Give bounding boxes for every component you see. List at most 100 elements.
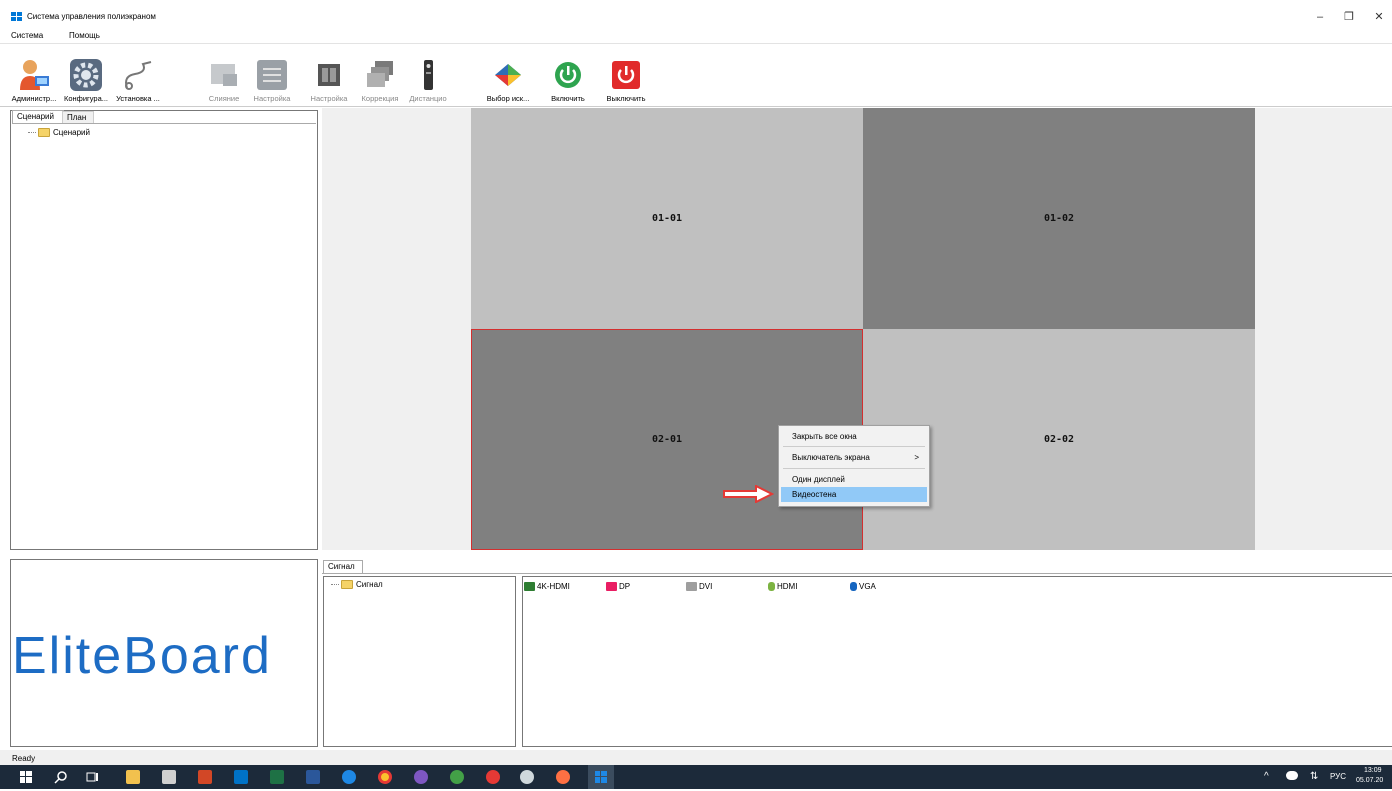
signal-label: HDMI [777, 582, 798, 591]
powerpoint-icon[interactable] [198, 770, 212, 784]
app-icon[interactable] [486, 770, 500, 784]
power-off-button-label: Выключить [606, 94, 646, 103]
calculator-icon[interactable] [162, 770, 176, 784]
admin-button-label: Администр... [11, 94, 57, 103]
signal-4k-hdmi[interactable]: 4K-HDMI [524, 582, 570, 592]
tab-signal[interactable]: Сигнал [323, 560, 363, 573]
language-indicator[interactable]: РУС [1330, 772, 1346, 781]
folder-icon [38, 128, 50, 138]
hdmi-icon [768, 582, 775, 592]
tree-item-scenario[interactable]: Сценарий [28, 128, 90, 138]
app-logo-icon [11, 12, 22, 21]
context-menu: Закрыть все окна Выключатель экрана > Од… [778, 425, 930, 507]
source-select-icon [490, 57, 526, 93]
remote-button[interactable]: Дистанцио [404, 57, 452, 105]
power-on-icon [550, 57, 586, 93]
display-tile-01-01[interactable]: 01-01 [471, 108, 863, 329]
configuration-button-label: Конфигура... [63, 94, 109, 103]
windows-taskbar: ^ ⇅ РУС 13:09 05.07.20 [0, 765, 1392, 789]
power-on-button-label: Включить [551, 94, 585, 103]
menu-item-single-display[interactable]: Один дисплей [781, 472, 927, 487]
tab-divider [322, 573, 1392, 574]
internet-explorer-icon[interactable] [342, 770, 356, 784]
status-bar: Ready [0, 750, 1392, 765]
tab-plan[interactable]: План [62, 111, 94, 123]
tree-item-label: Сигнал [356, 580, 383, 589]
merge-button-label: Слияние [208, 94, 240, 103]
display-tile-01-02[interactable]: 01-02 [863, 108, 1255, 329]
onedrive-icon[interactable] [1286, 771, 1298, 780]
tab-scenario[interactable]: Сценарий [12, 110, 64, 123]
file-explorer-icon[interactable] [126, 770, 140, 784]
wall-settings-button[interactable]: Настройка [305, 57, 353, 105]
tree-connector [331, 584, 339, 586]
signal-label: 4K-HDMI [537, 582, 570, 591]
tile-label: 02-02 [1043, 434, 1075, 445]
tile-label: 02-01 [651, 434, 683, 445]
task-view-icon[interactable] [86, 770, 100, 784]
eliteboard-logo: EliteBoard [12, 627, 272, 685]
signal-vga[interactable]: VGA [850, 582, 876, 592]
minimize-button[interactable]: – [1313, 10, 1327, 24]
window-title: Система управления полиэкраном [27, 12, 156, 21]
menu-help[interactable]: Помощь [69, 31, 100, 40]
tab-divider [12, 123, 316, 124]
dp-icon [606, 582, 617, 592]
signal-label: DVI [699, 582, 713, 591]
start-icon[interactable] [20, 771, 32, 783]
word-icon[interactable] [306, 770, 320, 784]
settings-sliders-icon [254, 57, 290, 93]
outlook-icon[interactable] [234, 770, 248, 784]
close-button[interactable]: ✕ [1372, 10, 1386, 24]
app-icon[interactable] [414, 770, 428, 784]
chrome-icon[interactable] [378, 770, 392, 784]
setup-cable-icon [120, 57, 156, 93]
menu-item-video-wall[interactable]: Видеостена [781, 487, 927, 502]
menu-item-label: Выключатель экрана [792, 453, 870, 462]
settings-wall-icon [311, 57, 347, 93]
vga-icon [850, 582, 857, 592]
remote-button-label: Дистанцио [409, 94, 447, 103]
tree-connector [28, 132, 36, 134]
setup-button-label: Установка ... [116, 94, 160, 103]
merge-button[interactable]: Слияние [200, 57, 248, 105]
setup-button[interactable]: Установка ... [114, 57, 162, 105]
status-text: Ready [12, 754, 36, 763]
signal-hdmi[interactable]: HDMI [768, 582, 798, 592]
signal-dp[interactable]: DP [606, 582, 631, 592]
app-icon[interactable] [520, 770, 534, 784]
source-select-button[interactable]: Выбор иск... [484, 57, 532, 105]
menu-bar [0, 28, 1392, 44]
excel-icon[interactable] [270, 770, 284, 784]
clock-date[interactable]: 05.07.20 [1356, 777, 1392, 784]
power-off-button[interactable]: Выключить [602, 57, 650, 105]
tree-item-signal[interactable]: Сигнал [331, 580, 383, 590]
remote-icon [410, 57, 446, 93]
configuration-button[interactable]: Конфигура... [62, 57, 110, 105]
network-icon[interactable]: ⇅ [1310, 771, 1318, 782]
admin-button[interactable]: Администр... [10, 57, 58, 105]
app-icon[interactable] [450, 770, 464, 784]
wall-settings-button-label: Настройка [310, 94, 348, 103]
power-on-button[interactable]: Включить [544, 57, 592, 105]
source-select-button-label: Выбор иск... [486, 94, 530, 103]
menu-item-close-all-windows[interactable]: Закрыть все окна [781, 429, 927, 444]
settings-button[interactable]: Настройка [248, 57, 296, 105]
tray-chevron-icon[interactable]: ^ [1264, 771, 1269, 782]
search-icon[interactable] [54, 770, 68, 784]
restore-button[interactable]: ❐ [1342, 10, 1356, 24]
power-off-icon [608, 57, 644, 93]
correction-icon [362, 57, 398, 93]
menu-item-screen-switch[interactable]: Выключатель экрана > [781, 450, 927, 465]
signal-label: VGA [859, 582, 876, 591]
active-app-icon[interactable] [588, 765, 614, 789]
signal-dvi[interactable]: DVI [686, 582, 713, 592]
tree-item-label: Сценарий [53, 128, 90, 137]
firefox-icon[interactable] [556, 770, 570, 784]
menu-system[interactable]: Система [11, 31, 43, 40]
signal-label: DP [619, 582, 631, 591]
menu-separator [783, 446, 925, 447]
clock-time[interactable]: 13:09 [1364, 767, 1382, 774]
correction-button[interactable]: Коррекция [356, 57, 404, 105]
admin-user-icon [16, 57, 52, 93]
